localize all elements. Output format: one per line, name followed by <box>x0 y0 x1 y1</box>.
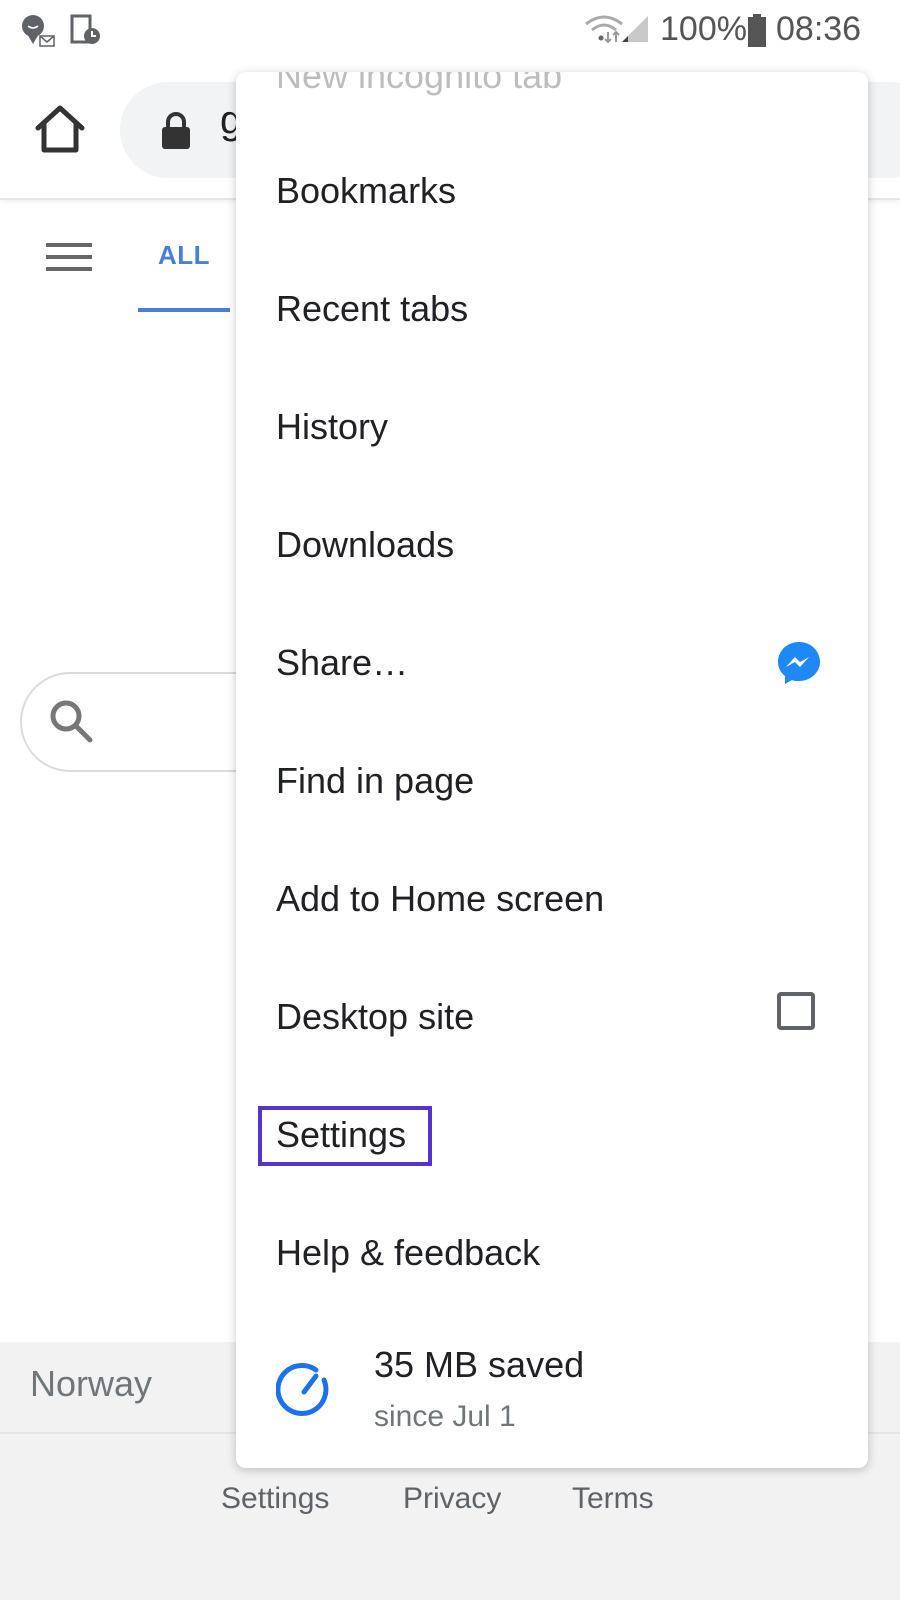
menu-item-label: Bookmarks <box>276 170 457 211</box>
menu-item-label: Find in page <box>276 760 475 801</box>
menu-item-recent-tabs[interactable]: Recent tabs <box>236 250 868 368</box>
search-icon <box>48 698 94 749</box>
status-bar: 100% 08:36 <box>0 0 900 66</box>
signal-icon <box>620 14 650 49</box>
menu-item-label: Recent tabs <box>276 288 469 329</box>
menu-item-history[interactable]: History <box>236 368 868 486</box>
menu-item-add-to-home-screen[interactable]: Add to Home screen <box>236 840 868 958</box>
menu-item-desktop-site[interactable]: Desktop site <box>236 958 868 1076</box>
menu-item-share[interactable]: Share… <box>236 604 868 722</box>
footer-link-privacy[interactable]: Privacy <box>403 1482 501 1516</box>
footer-link-settings[interactable]: Settings <box>221 1482 329 1516</box>
data-saver-subtitle: since Jul 1 <box>374 1400 516 1433</box>
lock-icon <box>160 112 192 155</box>
menu-item-label: Help & feedback <box>276 1232 541 1273</box>
desktop-site-checkbox[interactable] <box>777 992 815 1030</box>
menu-item-new-incognito-tab[interactable]: New incognito tab <box>276 72 562 98</box>
messenger-notification-icon <box>20 14 58 53</box>
overflow-menu: New incognito tab Bookmarks Recent tabs … <box>236 72 868 1468</box>
messenger-icon[interactable] <box>776 640 822 691</box>
clock: 08:36 <box>776 10 862 48</box>
menu-item-label: History <box>276 406 389 447</box>
data-saver-title[interactable]: 35 MB saved <box>374 1344 584 1386</box>
active-tab-indicator <box>138 308 230 312</box>
menu-item-bookmarks[interactable]: Bookmarks <box>236 132 868 250</box>
battery-icon <box>747 14 767 53</box>
hamburger-menu-icon[interactable] <box>46 242 92 274</box>
country-label: Norway <box>30 1363 153 1404</box>
tab-all[interactable]: ALL <box>158 240 210 271</box>
menu-item-help-feedback[interactable]: Help & feedback <box>236 1194 868 1312</box>
menu-item-label: Share… <box>276 642 409 683</box>
menu-item-label: Downloads <box>276 524 455 565</box>
footer-link-terms[interactable]: Terms <box>572 1482 654 1516</box>
menu-item-label: Desktop site <box>276 996 475 1037</box>
battery-percent: 100% <box>660 10 747 48</box>
home-icon[interactable] <box>34 104 86 156</box>
settings-highlight-box <box>258 1106 432 1166</box>
data-saver-icon <box>275 1362 332 1423</box>
menu-item-label: Add to Home screen <box>276 878 605 919</box>
wifi-icon <box>584 14 624 49</box>
menu-item-find-in-page[interactable]: Find in page <box>236 722 868 840</box>
menu-item-downloads[interactable]: Downloads <box>236 486 868 604</box>
screen-timer-icon <box>70 14 102 51</box>
